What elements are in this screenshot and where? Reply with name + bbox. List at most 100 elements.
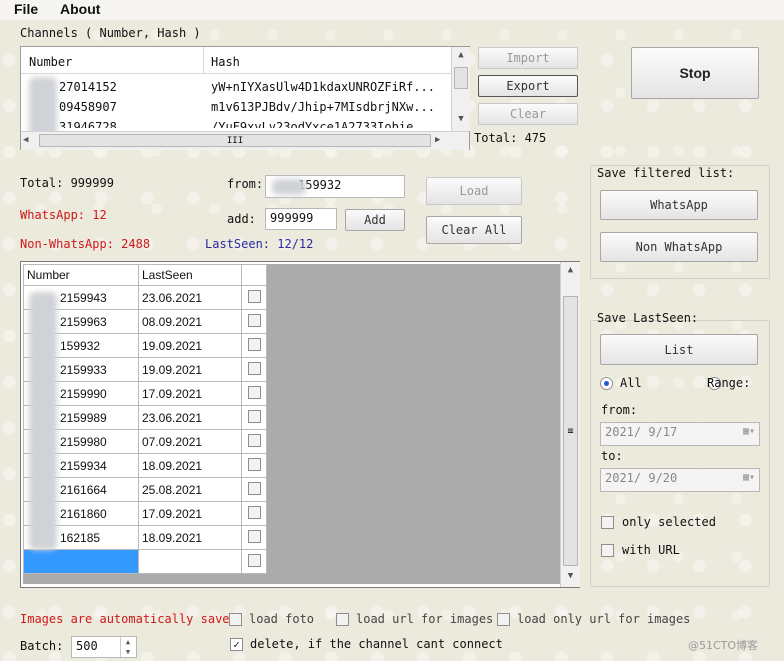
export-button[interactable]: Export (478, 75, 578, 97)
grid-cell-lastseen[interactable]: 19.09.2021 (138, 333, 242, 358)
channels-vscroll[interactable]: ▲ ▼ (451, 47, 470, 131)
batch-input[interactable]: 500 ▲ ▼ (71, 636, 137, 658)
channels-list[interactable]: Number Hash 27014152 yW+nIYXasUlw4D1kdax… (20, 46, 470, 150)
calendar-dropdown-icon[interactable]: ▦▾ (743, 472, 755, 483)
grid-row[interactable]: 2159943 23.06.2021 (23, 285, 267, 310)
grid-cell-select[interactable] (241, 477, 267, 502)
row-select-checkbox[interactable] (247, 457, 261, 471)
grid-new-row[interactable] (23, 549, 267, 574)
channel-row-number: 31946728 (59, 120, 117, 128)
calendar-dropdown-icon[interactable]: ▦▾ (743, 426, 755, 437)
grid-cell-lastseen[interactable]: 07.09.2021 (138, 429, 242, 454)
grid-header-row: Number LastSeen (23, 264, 267, 286)
stop-button[interactable]: Stop (631, 47, 759, 99)
grid-cell-select[interactable] (241, 429, 267, 454)
grid-row[interactable]: 2159933 19.09.2021 (23, 357, 267, 382)
row-select-checkbox[interactable] (247, 553, 261, 567)
grid-cell-select[interactable] (241, 525, 267, 550)
row-select-checkbox[interactable] (247, 289, 261, 303)
grid-row[interactable]: 2159963 08.09.2021 (23, 309, 267, 334)
row-select-checkbox[interactable] (247, 433, 261, 447)
scroll-left-icon[interactable]: ◀ (23, 132, 28, 148)
grid-cell-select[interactable] (241, 453, 267, 478)
lastseen-list-button[interactable]: List (600, 334, 758, 365)
ls-from-date[interactable]: 2021/ 9/17 ▦▾ (600, 422, 760, 446)
grid-scroll-thumb[interactable]: ≡ (563, 296, 578, 566)
grid-cell-select[interactable] (241, 381, 267, 406)
grid-col-select[interactable] (241, 264, 267, 286)
grid-cell-lastseen[interactable]: 18.09.2021 (138, 453, 242, 478)
watermark: @51CTO博客 (688, 639, 759, 652)
grid-cell-lastseen[interactable]: 08.09.2021 (138, 309, 242, 334)
row-select-checkbox[interactable] (247, 505, 261, 519)
ls-to-date[interactable]: 2021/ 9/20 ▦▾ (600, 468, 760, 492)
grid-cell-select[interactable] (241, 501, 267, 526)
load-only-url-checkbox[interactable] (497, 613, 510, 626)
grid-row[interactable]: 159932 19.09.2021 (23, 333, 267, 358)
grid-col-number[interactable]: Number (23, 264, 139, 286)
grid-cell-select[interactable] (241, 357, 267, 382)
grid-cell-lastseen[interactable]: 18.09.2021 (138, 525, 242, 550)
grid-cell-lastseen[interactable]: 25.08.2021 (138, 477, 242, 502)
grid-vscroll[interactable]: ▲ ≡ ▼ (560, 262, 580, 587)
only-selected-checkbox[interactable] (601, 516, 614, 529)
grid-row[interactable]: 2159980 07.09.2021 (23, 429, 267, 454)
row-select-checkbox[interactable] (247, 409, 261, 423)
add-input[interactable]: 999999 (265, 208, 337, 230)
grid-row[interactable]: 2159989 23.06.2021 (23, 405, 267, 430)
grid-cell-lastseen[interactable] (138, 549, 242, 574)
menu-bar (0, 0, 784, 20)
grid-cell-lastseen[interactable]: 17.09.2021 (138, 381, 242, 406)
clear-button[interactable]: Clear (478, 103, 578, 125)
numbers-grid[interactable]: Number LastSeen 2159943 23.06.2021 2159963… (20, 261, 580, 588)
grid-cell-select[interactable] (241, 405, 267, 430)
add-button[interactable]: Add (345, 209, 405, 231)
channels-col-hash[interactable]: Hash (211, 55, 240, 69)
load-button[interactable]: Load (426, 177, 522, 205)
scroll-up-icon[interactable]: ▲ (561, 262, 580, 278)
grid-cell-select[interactable] (241, 549, 267, 574)
grid-row[interactable]: 2159990 17.09.2021 (23, 381, 267, 406)
all-radio[interactable] (600, 377, 613, 390)
grid-cell-lastseen[interactable]: 23.06.2021 (138, 285, 242, 310)
row-select-checkbox[interactable] (247, 385, 261, 399)
hscroll-thumb[interactable]: III (39, 134, 431, 147)
grid-cell-select[interactable] (241, 333, 267, 358)
grid-cell-number[interactable] (23, 549, 139, 574)
row-select-checkbox[interactable] (247, 529, 261, 543)
add-label: add: (227, 212, 256, 226)
import-button[interactable]: Import (478, 47, 578, 69)
save-non-whatsapp-button[interactable]: Non WhatsApp (600, 232, 758, 262)
grid-row[interactable]: 2161860 17.09.2021 (23, 501, 267, 526)
row-select-checkbox[interactable] (247, 337, 261, 351)
delete-checkbox[interactable] (230, 638, 243, 651)
scroll-thumb[interactable] (454, 67, 468, 89)
grid-row[interactable]: 162185 18.09.2021 (23, 525, 267, 550)
with-url-checkbox[interactable] (601, 544, 614, 557)
channels-hscroll[interactable]: ◀ III ▶ (21, 131, 469, 150)
menu-file[interactable]: File (14, 1, 38, 17)
batch-spinner-icon[interactable]: ▲ ▼ (120, 637, 135, 657)
menu-about[interactable]: About (60, 1, 100, 17)
grid-cell-lastseen[interactable]: 23.06.2021 (138, 405, 242, 430)
row-select-checkbox[interactable] (247, 361, 261, 375)
save-whatsapp-button[interactable]: WhatsApp (600, 190, 758, 220)
scroll-up-icon[interactable]: ▲ (452, 47, 470, 63)
grid-cell-select[interactable] (241, 285, 267, 310)
scroll-down-icon[interactable]: ▼ (561, 568, 580, 584)
channel-row-number: 09458907 (59, 100, 117, 114)
grid-row[interactable]: 2159934 18.09.2021 (23, 453, 267, 478)
scroll-down-icon[interactable]: ▼ (452, 111, 470, 127)
row-select-checkbox[interactable] (247, 481, 261, 495)
grid-col-lastseen[interactable]: LastSeen (138, 264, 242, 286)
load-url-checkbox[interactable] (336, 613, 349, 626)
channels-col-number[interactable]: Number (29, 55, 72, 69)
clear-all-button[interactable]: Clear All (426, 216, 522, 244)
scroll-right-icon[interactable]: ▶ (435, 132, 440, 148)
row-select-checkbox[interactable] (247, 313, 261, 327)
grid-row[interactable]: 2161664 25.08.2021 (23, 477, 267, 502)
grid-cell-lastseen[interactable]: 17.09.2021 (138, 501, 242, 526)
grid-cell-select[interactable] (241, 309, 267, 334)
grid-cell-lastseen[interactable]: 19.09.2021 (138, 357, 242, 382)
load-foto-checkbox[interactable] (229, 613, 242, 626)
